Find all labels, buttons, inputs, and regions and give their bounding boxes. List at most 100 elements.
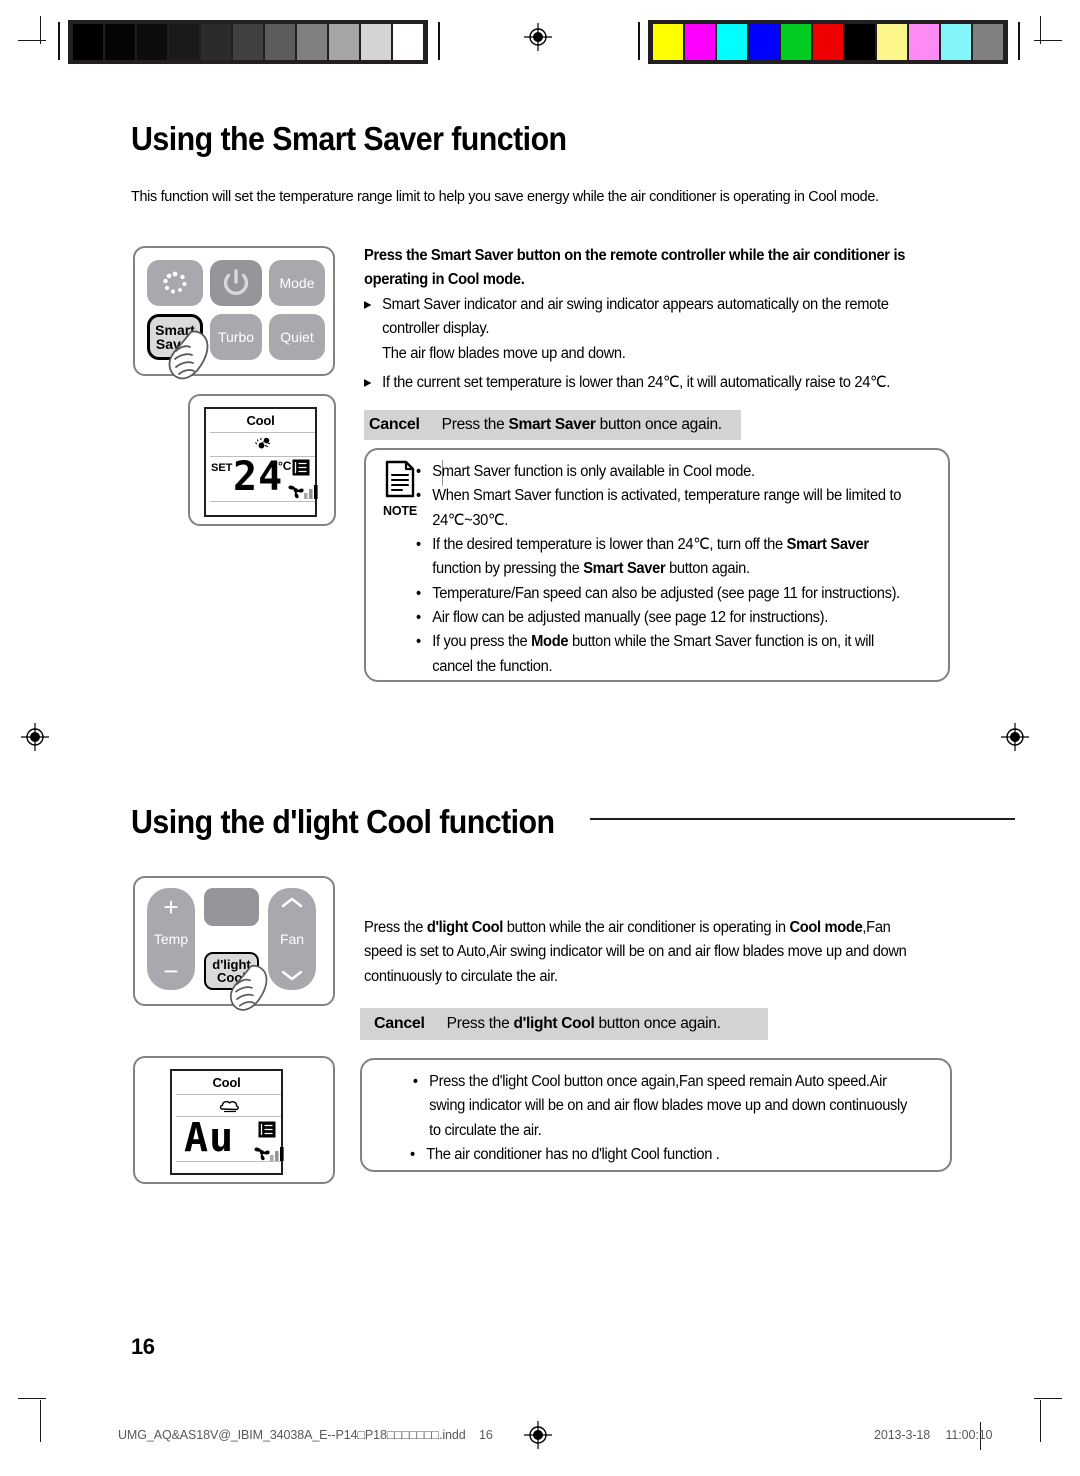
triangle-bullet-icon: ▸: [364, 373, 372, 391]
note-bullet-item: • If the desired temperature is lower tha…: [416, 533, 916, 582]
arrow-bullet-list-smart-saver: ▸ Smart Saver indicator and air swing in…: [364, 293, 942, 395]
cancel-instruction: Press the d'light Cool button once again…: [447, 1015, 721, 1033]
lcd-display-smart-saver: Cool SET 24 °C: [188, 394, 336, 526]
page-number: 16: [131, 1334, 155, 1359]
footer-timestamp: 2013-3-18 11:00:10: [874, 1428, 993, 1442]
note-bullet-item: • Smart Saver function is only available …: [416, 460, 916, 484]
note-bullet-item: • Press the d'light Cool button once agai…: [410, 1070, 914, 1143]
quiet-button-label: Quiet: [280, 328, 314, 345]
pointing-hand-icon-smart-saver: [168, 330, 209, 380]
intro-paragraph-smart-saver: This function will set the temperature r…: [131, 188, 879, 205]
swirl-indicator-button[interactable]: [147, 260, 203, 306]
body-paragraph-text: Press the d'light Cool button while the …: [364, 919, 907, 985]
dot-bullet-icon: •: [416, 584, 421, 602]
lcd-divider-3: [210, 501, 315, 502]
cancel-text-after: button once again.: [595, 416, 722, 433]
quiet-button[interactable]: Quiet: [269, 314, 325, 360]
lcd-divider-3: [176, 1161, 281, 1162]
chevron-up-icon: [281, 897, 303, 908]
note-bullet-item: • When Smart Saver function is activated,…: [416, 484, 916, 533]
power-icon: [223, 269, 249, 295]
cancel-label: Cancel: [369, 416, 420, 433]
note-bullet-text: Smart Saver function is only available i…: [432, 463, 755, 480]
dot-bullet-icon: •: [416, 463, 421, 480]
note-bullet-list-smart-saver: • Smart Saver function is only available …: [416, 460, 940, 679]
temp-down-label: −: [163, 955, 179, 986]
cancel-text-bold: d'light Cool: [513, 1015, 595, 1032]
note-bullet-item: • Temperature/Fan speed can also be adjus…: [416, 582, 916, 606]
fan-speed-bars-icon: [270, 1147, 284, 1161]
fan-label: Fan: [279, 930, 305, 947]
note-box-dlight-cool: • Press the d'light Cool button once agai…: [360, 1058, 952, 1172]
dot-bullet-icon: •: [416, 535, 421, 553]
dot-bullet-icon: •: [416, 633, 421, 651]
mode-button-label: Mode: [279, 274, 315, 291]
lcd-mode-label: Cool: [246, 413, 275, 428]
lcd-divider-1: [210, 432, 315, 433]
manual-page: Using the Smart Saver function This func…: [0, 0, 1080, 1476]
air-swing-icon: [292, 459, 310, 476]
dot-bullet-icon: •: [410, 1145, 415, 1163]
dot-bullet-icon: •: [412, 1073, 418, 1090]
lcd-fan-auto-value: Au: [184, 1115, 235, 1161]
temp-label: Temp: [153, 930, 189, 947]
temp-up-label: +: [163, 892, 179, 922]
lcd-set-label: SET: [211, 462, 233, 474]
footer-time: 11:00:10: [945, 1428, 993, 1442]
page-title-dlight-cool: Using the d'light Cool function: [131, 803, 555, 840]
pointing-hand-icon-dlight-cool: [229, 964, 268, 1011]
note-bullet-item: • Air flow can be adjusted manually (see …: [416, 606, 916, 630]
page-title-smart-saver: Using the Smart Saver function: [131, 120, 567, 157]
lcd-temperature-unit: °C: [278, 459, 292, 473]
note-box-smart-saver: NOTE • Smart Saver function is only avail…: [364, 448, 950, 682]
cancel-text-after: button once again.: [594, 1015, 721, 1032]
note-bullet-item: • If you press the Mode button while the …: [416, 630, 916, 679]
dot-bullet-icon: •: [416, 487, 421, 505]
cancel-bar-dlight-cool: Cancel Press the d'light Cool button onc…: [360, 1008, 768, 1040]
cancel-bar-smart-saver: Cancel Press the Smart Saver button once…: [364, 410, 741, 440]
dot-bullet-icon: •: [416, 608, 421, 626]
air-swing-icon: [258, 1121, 276, 1138]
dlight-cool-indicator-icon: [219, 1100, 239, 1113]
footer-filename-text: UMG_AQ&AS18V@_IBIM_34038A_E--P14□P18□□□□…: [118, 1428, 466, 1442]
instruction-heading-smart-saver: Press the Smart Saver button on the remo…: [364, 244, 910, 293]
note-bullet-text: If you press the Mode button while the S…: [432, 633, 874, 675]
instruction-heading-text: Press the Smart Saver button on the remo…: [364, 247, 906, 289]
turbo-button-label: Turbo: [217, 328, 255, 345]
fan-speed-icon: [254, 1147, 270, 1161]
footer-filename: UMG_AQ&AS18V@_IBIM_34038A_E--P14□P18□□□□…: [118, 1428, 493, 1442]
smart-saver-indicator-icon: [255, 437, 271, 449]
lcd-mode-label: Cool: [212, 1075, 241, 1090]
note-bullet-item: • The air conditioner has no d'light Cool…: [410, 1143, 914, 1167]
cancel-text-before: Press the: [441, 416, 509, 433]
blank-top-button[interactable]: [204, 888, 259, 926]
note-document-icon: [385, 460, 415, 498]
lcd-temperature-value: 24: [233, 454, 284, 500]
note-bullet-text: Air flow can be adjusted manually (see p…: [432, 608, 828, 626]
note-bullet-list-dlight-cool: • Press the d'light Cool button once agai…: [410, 1070, 938, 1167]
arrow-bullet-text: If the current set temperature is lower …: [382, 373, 890, 391]
fan-speed-bars-icon: [304, 485, 318, 499]
swirl-icon: [163, 271, 187, 294]
section-title-rule: [590, 818, 1015, 820]
power-button[interactable]: [210, 260, 262, 306]
temp-button[interactable]: + Temp −: [147, 888, 195, 990]
mode-button[interactable]: Mode: [269, 260, 325, 306]
note-bullet-text: Press the d'light Cool button once again…: [429, 1073, 908, 1139]
lcd-screen: Cool Au: [170, 1069, 284, 1175]
note-bullet-text: If the desired temperature is lower than…: [432, 535, 869, 578]
fan-speed-icon: [288, 485, 304, 499]
arrow-bullet-text: Smart Saver indicator and air swing indi…: [382, 296, 889, 362]
cancel-text-bold: Smart Saver: [508, 416, 596, 433]
lcd-display-dlight-cool: Cool Au: [133, 1056, 335, 1184]
note-bullet-text: The air conditioner has no d'light Cool …: [426, 1145, 720, 1163]
cancel-instruction: Press the Smart Saver button once again.: [442, 416, 722, 434]
cancel-label: Cancel: [374, 1015, 425, 1032]
lcd-divider-1: [176, 1094, 281, 1095]
triangle-bullet-icon: ▸: [364, 296, 372, 313]
note-bullet-text: Temperature/Fan speed can also be adjust…: [432, 584, 900, 602]
arrow-bullet-item: ▸ If the current set temperature is lowe…: [364, 371, 916, 395]
arrow-bullet-item: ▸ Smart Saver indicator and air swing in…: [364, 293, 916, 366]
footer-page-number: 16: [479, 1428, 493, 1442]
body-paragraph-dlight-cool: Press the d'light Cool button while the …: [364, 916, 927, 989]
